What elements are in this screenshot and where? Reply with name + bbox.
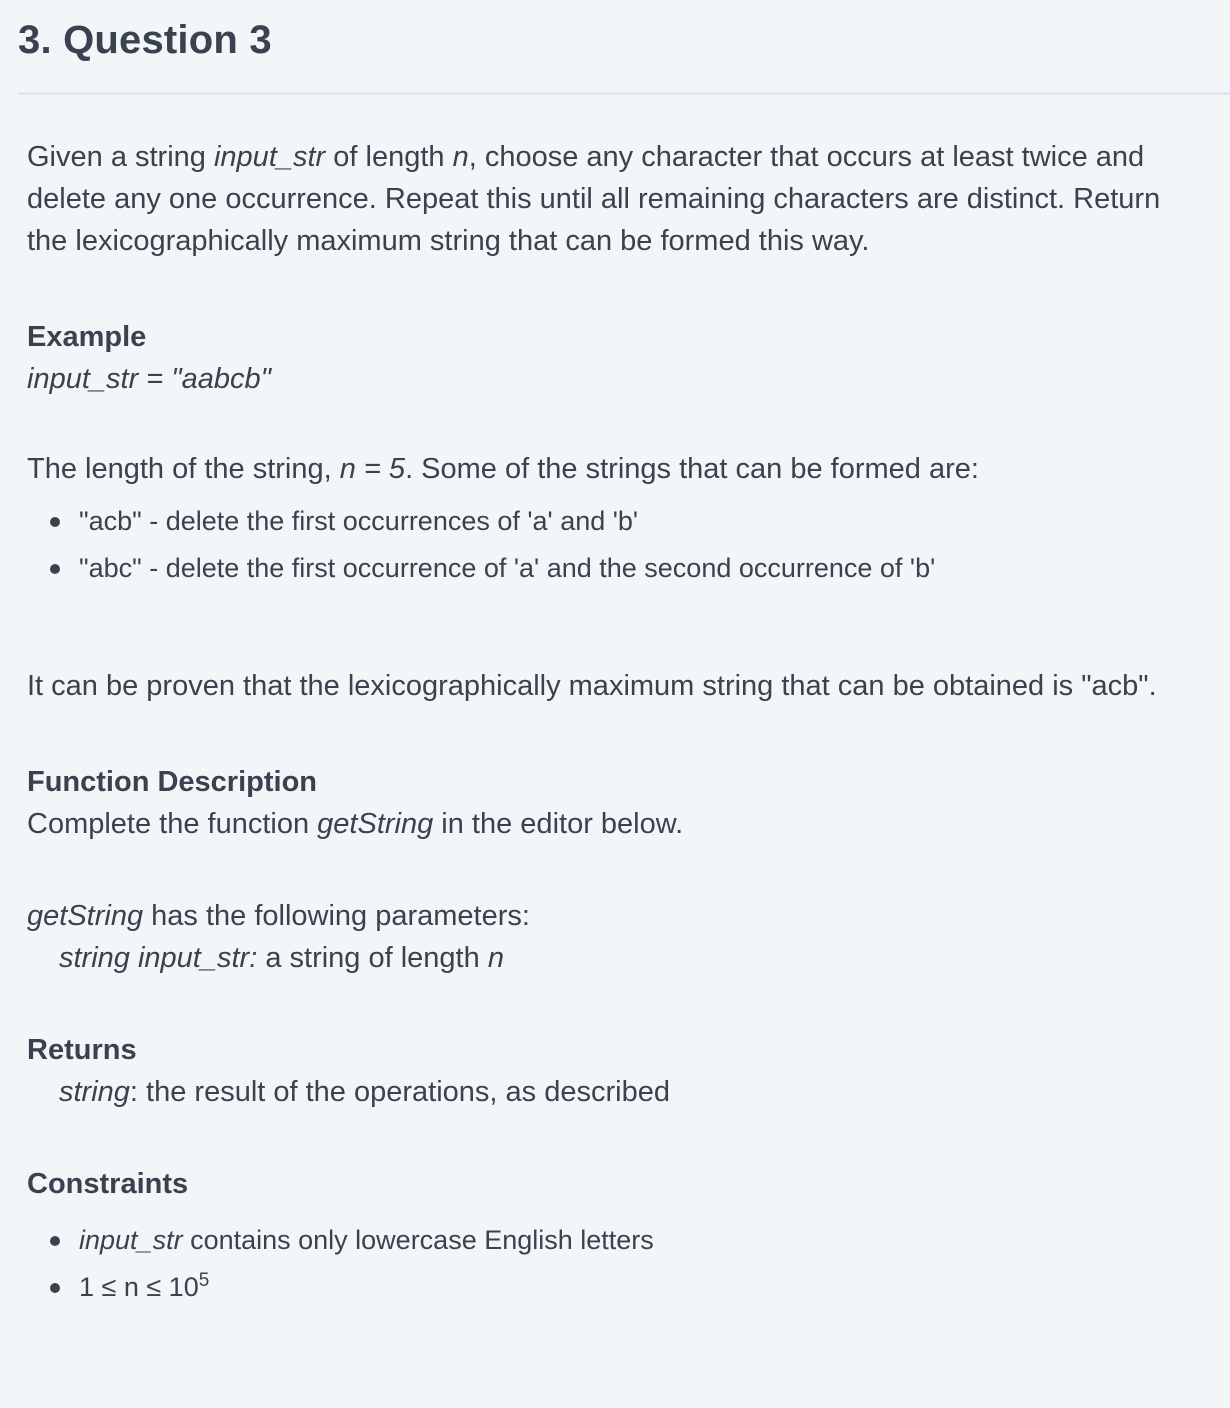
var-n: n <box>452 141 469 173</box>
problem-page: 3. Question 3 Given a string input_str o… <box>0 0 1230 1408</box>
bullet-icon <box>50 564 60 574</box>
example-list: "acb" - delete the first occurrences of … <box>27 498 1207 592</box>
list-item: input_str contains only lowercase Englis… <box>27 1217 1207 1264</box>
returns-heading: Returns <box>27 1034 137 1066</box>
problem-statement: Given a string input_str of length n, ch… <box>27 136 1207 1311</box>
bullet-icon <box>50 1236 60 1246</box>
function-description-heading: Function Description <box>27 766 317 798</box>
constraints-list: input_str contains only lowercase Englis… <box>27 1217 1207 1311</box>
returns-line: string: the result of the operations, as… <box>59 1076 670 1108</box>
example-length-line: The length of the string, n = 5. Some of… <box>27 453 979 485</box>
bullet-icon <box>50 517 60 527</box>
title-divider <box>18 92 1230 95</box>
function-description-line: Complete the function getString in the e… <box>27 808 684 840</box>
var-input-str: input_str <box>213 141 326 173</box>
intro-paragraph: Given a string input_str of length n, ch… <box>27 141 1161 257</box>
example-heading: Example <box>27 321 147 353</box>
parameters-intro: getString has the following parameters: <box>27 900 530 932</box>
example-conclusion: It can be proven that the lexicographica… <box>27 670 1157 702</box>
bullet-icon <box>50 1283 60 1293</box>
question-title: 3. Question 3 <box>18 18 272 62</box>
list-item: 1 ≤ n ≤ 105 <box>27 1264 1207 1311</box>
parameter-item: string input_str: a string of length n <box>59 942 504 974</box>
example-input: input_str = "aabcb" <box>27 363 271 395</box>
list-item: "abc" - delete the first occurrence of '… <box>27 545 1207 592</box>
list-item: "acb" - delete the first occurrences of … <box>27 498 1207 545</box>
constraints-heading: Constraints <box>27 1168 189 1200</box>
function-name: getString <box>317 808 434 840</box>
